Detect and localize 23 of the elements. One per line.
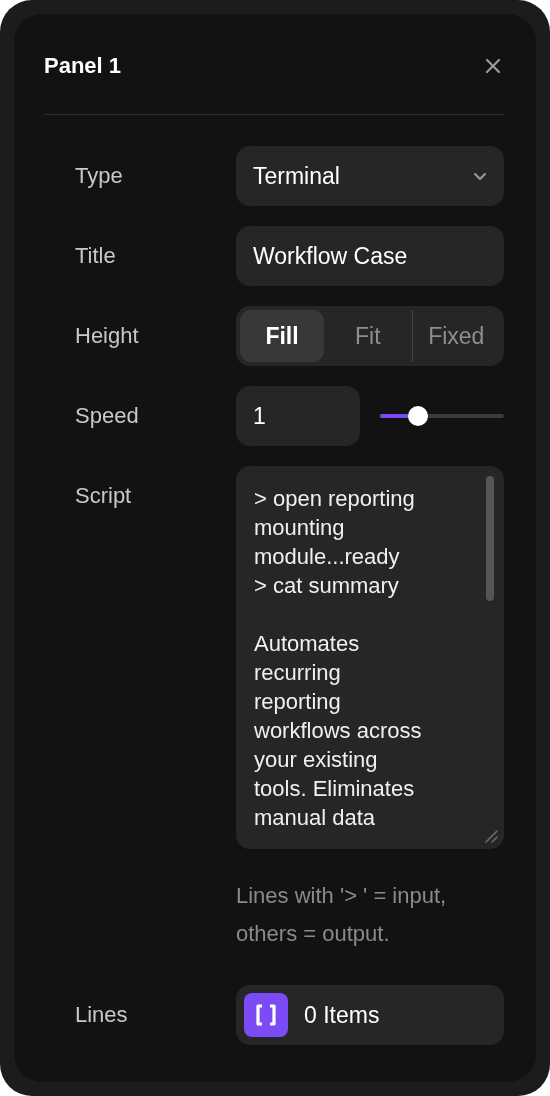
height-option[interactable]: Fit: [324, 310, 412, 362]
resize-handle-icon[interactable]: [484, 829, 498, 843]
script-hint: Lines with '> ' = input, others = output.: [236, 882, 448, 948]
field-label: Type: [74, 162, 124, 190]
speed-input-field[interactable]: 1: [236, 386, 360, 446]
script-text-area[interactable]: > open reporting mounting module...ready > cat summary Automates recurring reporting workflows across your existing tools. Eliminates manual data: [236, 466, 504, 849]
field-label: Script: [74, 482, 133, 510]
type-dropdown[interactable]: Terminal: [236, 146, 504, 206]
field-label: Title: [74, 242, 117, 270]
height-option[interactable]: Fixed: [411, 310, 500, 362]
lines-list-field[interactable]: 0 Items: [236, 985, 504, 1045]
chevron-down-icon: [473, 171, 487, 181]
slider-thumb[interactable]: [408, 406, 429, 426]
brackets-icon: [244, 993, 288, 1037]
panel-title: Panel 1: [44, 53, 122, 79]
speed-slider[interactable]: [380, 406, 504, 426]
close-icon[interactable]: [485, 58, 501, 74]
height-option[interactable]: Fill: [240, 310, 324, 362]
title-input-field[interactable]: Workflow Case: [236, 226, 504, 286]
scrollbar[interactable]: [486, 476, 494, 601]
field-label: Height: [74, 322, 140, 350]
field-label: Lines: [74, 1001, 129, 1029]
field-label: Speed: [74, 402, 140, 430]
